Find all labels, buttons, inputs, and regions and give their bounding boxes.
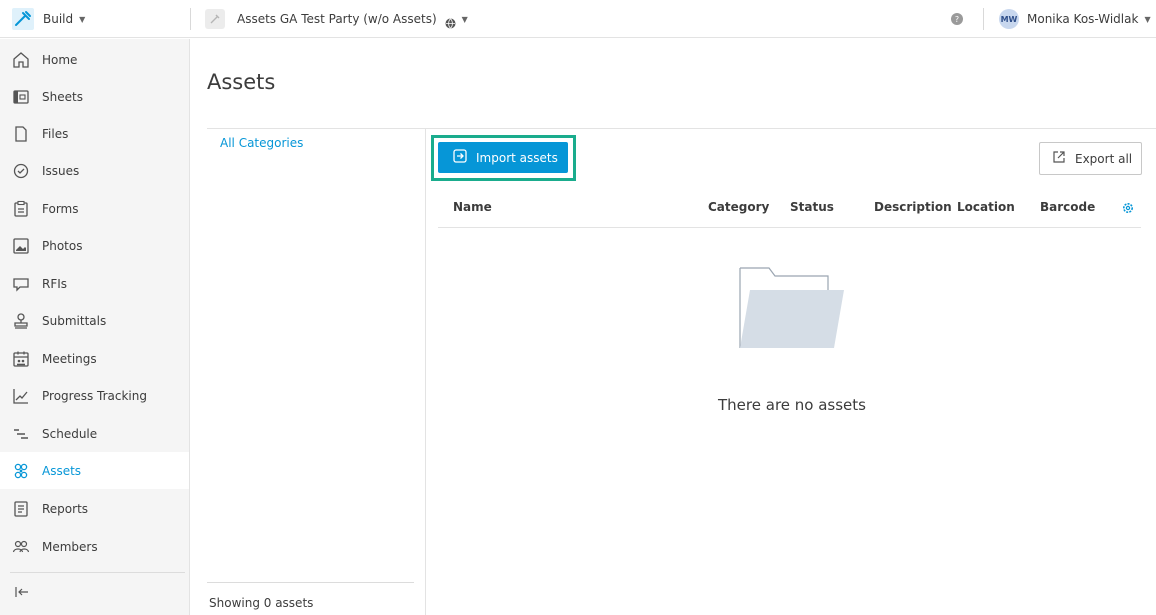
- column-header-status[interactable]: Status: [790, 200, 834, 214]
- sidebar-item-submittals[interactable]: Submittals: [0, 302, 189, 339]
- category-panel: All Categories Showing 0 assets: [207, 129, 426, 615]
- sidebar-item-label: Home: [42, 52, 78, 67]
- divider: [10, 572, 185, 573]
- sidebar-item-progress-tracking[interactable]: Progress Tracking: [0, 377, 189, 414]
- sidebar-item-label: Reports: [42, 501, 89, 516]
- files-icon: [12, 125, 30, 143]
- help-icon[interactable]: ?: [951, 13, 963, 25]
- assets-icon: [12, 462, 30, 480]
- sidebar-item-issues[interactable]: Issues: [0, 152, 189, 189]
- top-bar: Build ▼ Assets GA Test Party (w/o Assets…: [0, 0, 1156, 38]
- divider: [190, 8, 191, 30]
- chevron-down-icon: ▼: [461, 14, 468, 24]
- progress-tracking-icon: [12, 387, 30, 405]
- asset-count: Showing 0 assets: [209, 596, 314, 610]
- schedule-icon: [12, 425, 30, 443]
- sidebar-item-label: Photos: [42, 238, 83, 253]
- project-thumbnail-icon: [205, 9, 225, 29]
- empty-state-message: There are no assets: [718, 396, 866, 414]
- column-header-description[interactable]: Description: [874, 200, 952, 214]
- sidebar-item-sheets[interactable]: Sheets: [0, 78, 189, 115]
- sidebar-item-home[interactable]: Home: [0, 41, 189, 78]
- sidebar-item-files[interactable]: Files: [0, 115, 189, 152]
- divider: [983, 8, 984, 30]
- product-name: Build: [43, 12, 74, 26]
- rfis-icon: [12, 275, 30, 293]
- sidebar-item-rfis[interactable]: RFIs: [0, 265, 189, 302]
- gear-icon[interactable]: [1122, 199, 1134, 213]
- product-switcher[interactable]: Build ▼: [0, 0, 190, 38]
- sidebar-item-schedule[interactable]: Schedule: [0, 415, 189, 452]
- sidebar-item-label: Files: [42, 126, 69, 141]
- export-all-button[interactable]: Export all: [1039, 142, 1142, 175]
- import-icon: [453, 148, 467, 167]
- forms-icon: [12, 200, 30, 218]
- export-all-label: Export all: [1075, 151, 1133, 166]
- sidebar-item-label: Forms: [42, 201, 79, 216]
- column-header-name[interactable]: Name: [453, 200, 492, 214]
- project-name: Assets GA Test Party (w/o Assets): [237, 12, 437, 26]
- import-assets-label: Import assets: [476, 150, 558, 165]
- members-icon: [12, 538, 30, 556]
- column-header-category[interactable]: Category: [708, 200, 769, 214]
- issues-icon: [12, 162, 30, 180]
- sidebar-item-reports[interactable]: Reports: [0, 490, 189, 527]
- globe-icon: [445, 14, 456, 28]
- sidebar-item-label: Sheets: [42, 89, 83, 104]
- import-assets-button[interactable]: Import assets: [438, 142, 568, 173]
- divider: [438, 227, 1141, 228]
- home-icon: [12, 51, 30, 69]
- page-title: Assets: [207, 70, 276, 94]
- column-header-location[interactable]: Location: [957, 200, 1015, 214]
- sidebar-item-meetings[interactable]: Meetings: [0, 340, 189, 377]
- user-menu[interactable]: MW Monika Kos-Widlak ▼: [999, 0, 1151, 38]
- divider: [207, 582, 414, 583]
- sidebar-item-label: Assets: [42, 463, 82, 478]
- sidebar: Home Sheets Files Issues Forms Photos RF…: [0, 39, 190, 615]
- sidebar-item-label: RFIs: [42, 276, 68, 291]
- empty-folder-icon: [739, 267, 845, 349]
- build-logo-icon: [12, 8, 34, 30]
- chevron-down-icon: ▼: [79, 14, 86, 24]
- submittals-icon: [12, 312, 30, 330]
- column-header-barcode[interactable]: Barcode: [1040, 200, 1095, 214]
- sidebar-item-photos[interactable]: Photos: [0, 227, 189, 264]
- sidebar-item-forms[interactable]: Forms: [0, 190, 189, 227]
- chevron-down-icon: ▼: [1144, 14, 1151, 24]
- avatar: MW: [999, 9, 1019, 29]
- user-name: Monika Kos-Widlak: [1027, 12, 1139, 26]
- sidebar-item-label: Schedule: [42, 426, 98, 441]
- sidebar-item-label: Meetings: [42, 351, 97, 366]
- meetings-icon: [12, 350, 30, 368]
- sidebar-item-label: Members: [42, 539, 98, 554]
- collapse-sidebar-icon[interactable]: [12, 582, 32, 602]
- sidebar-item-members[interactable]: Members: [0, 528, 189, 565]
- photos-icon: [12, 237, 30, 255]
- all-categories-link[interactable]: All Categories: [220, 136, 303, 150]
- export-icon: [1052, 149, 1066, 168]
- sidebar-item-assets[interactable]: Assets: [0, 452, 189, 489]
- sidebar-item-label: Progress Tracking: [42, 388, 147, 403]
- sidebar-item-label: Issues: [42, 163, 80, 178]
- sheets-icon: [12, 88, 30, 106]
- project-selector[interactable]: Assets GA Test Party (w/o Assets) ▼: [205, 0, 468, 38]
- reports-icon: [12, 500, 30, 518]
- sidebar-item-label: Submittals: [42, 313, 107, 328]
